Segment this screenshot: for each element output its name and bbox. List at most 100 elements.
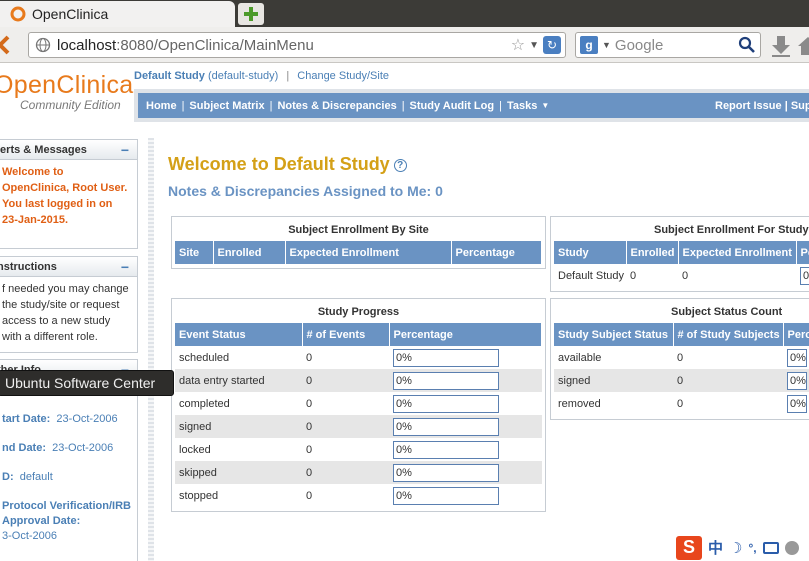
search-bar[interactable]: g ▼ Google — [575, 32, 761, 58]
nav-home[interactable]: Home — [146, 100, 177, 112]
tasks-dropdown-icon[interactable]: ▼ — [541, 101, 549, 110]
percentage-bar: 0% — [393, 463, 499, 482]
alerts-panel: lerts & Messages − Welcome to OpenClinic… — [0, 139, 138, 249]
keyboard-icon[interactable] — [762, 541, 779, 554]
event-status-cell: skipped — [175, 461, 302, 484]
protocol-label: Protocol Verification/IRB Approval Date: — [2, 500, 131, 527]
instructions-message: f needed you may change the study/site o… — [2, 283, 129, 343]
openclinica-favicon-icon — [10, 6, 26, 22]
top-nav-right: Report Issue | Sup — [715, 100, 809, 112]
percentage-cell: 0% — [389, 484, 542, 507]
back-button[interactable] — [0, 33, 18, 57]
sidebar-divider[interactable] — [148, 138, 154, 561]
enrollment-by-site-title: Subject Enrollment By Site — [288, 224, 429, 236]
nav-separator: | — [181, 99, 185, 112]
instructions-minimize-icon[interactable]: − — [121, 259, 129, 275]
start-date-label: tart Date: — [2, 413, 51, 425]
instructions-panel-header: nstructions − — [0, 257, 137, 277]
punctuation-icon[interactable]: °, — [748, 541, 756, 555]
current-study-name: Default Study — [134, 70, 205, 82]
subject-count-cell: 0 — [677, 351, 684, 364]
user-icon[interactable] — [784, 540, 799, 555]
google-engine-icon[interactable]: g — [580, 36, 598, 54]
column-header: Expected Enrollment — [678, 241, 797, 264]
navigation-toolbar: localhost:8080/OpenClinica/MainMenu ☆ ▼ … — [0, 27, 809, 63]
end-date-row: nd Date: 23-Oct-2006 — [2, 441, 131, 456]
top-nav-wrapper: Home | Subject Matrix | Notes & Discrepa… — [134, 89, 809, 122]
nav-tasks[interactable]: Tasks — [507, 100, 537, 112]
percentage-bar: 0% — [787, 394, 807, 413]
column-header: Study — [554, 241, 627, 264]
enrolled-cell: 0 — [630, 269, 637, 282]
download-icon[interactable] — [770, 34, 792, 58]
percentage-bar: 0% — [393, 417, 499, 436]
search-placeholder: Google — [614, 36, 664, 54]
event-count-cell: 0 — [306, 489, 313, 502]
id-value: default — [19, 471, 53, 483]
enrollment-for-study-table: Study Enrolled Expected Enrollment Pe De… — [554, 241, 809, 287]
nav-study-audit-log[interactable]: Study Audit Log — [410, 100, 495, 112]
reload-icon[interactable]: ↻ — [543, 36, 561, 54]
subject-status-box: Subject Status Count Study Subject Statu… — [550, 298, 809, 420]
id-label: D: — [2, 471, 14, 483]
percentage-cell: 0% — [389, 461, 542, 484]
table-row: available 0 0% — [554, 346, 809, 369]
percentage-bar: 0% — [787, 371, 807, 390]
end-date-value: 23-Oct-2006 — [52, 442, 114, 454]
column-header: Event Status — [175, 323, 303, 346]
instructions-panel: nstructions − f needed you may change th… — [0, 256, 138, 353]
alerts-minimize-icon[interactable]: − — [121, 142, 129, 158]
event-status-cell: data entry started — [175, 369, 302, 392]
subject-status-table: Study Subject Status # of Study Subjects… — [554, 323, 809, 415]
report-issue-link[interactable]: Report Issue — [715, 100, 782, 112]
globe-icon — [35, 37, 51, 53]
percentage-cell: 0% — [389, 346, 542, 369]
column-header: Enrolled — [213, 241, 286, 264]
event-status-cell: stopped — [179, 489, 219, 502]
table-row: Default Study 0 0 0% — [554, 264, 809, 287]
percentage-cell: 0% — [783, 346, 809, 369]
percentage-bar: 0% — [800, 266, 809, 285]
ime-s-icon[interactable]: S — [676, 535, 702, 560]
percentage-bar: 0% — [393, 486, 499, 505]
url-history-dropdown-icon[interactable]: ▼ — [529, 40, 539, 51]
ime-chinese-icon[interactable]: 中 — [708, 537, 723, 558]
openclinica-logo[interactable]: OpenClinica Community Edition — [0, 71, 134, 121]
table-row: locked 0 0% — [175, 438, 542, 461]
nav-separator: | — [499, 99, 502, 112]
percentage-cell: 0% — [389, 438, 542, 461]
browser-tab[interactable]: OpenClinica — [0, 1, 235, 27]
table-header-row: Event Status # of Events Percentage — [175, 323, 542, 346]
support-link[interactable]: Sup — [791, 100, 809, 112]
percentage-bar: 0% — [393, 348, 499, 367]
notes-assigned-link[interactable]: Notes & Discrepancies Assigned to Me: 0 — [168, 183, 443, 199]
search-icon[interactable] — [738, 36, 756, 54]
event-count-cell: 0 — [302, 369, 389, 392]
new-tab-button[interactable] — [238, 3, 264, 25]
column-header: Enrolled — [626, 241, 679, 264]
search-engine-dropdown-icon[interactable]: ▼ — [602, 40, 611, 50]
moon-icon[interactable]: ☽ — [729, 539, 742, 557]
id-row: D: default — [2, 470, 131, 485]
study-line-separator: | — [286, 70, 290, 82]
url-bar[interactable]: localhost:8080/OpenClinica/MainMenu ☆ ▼ … — [28, 32, 566, 58]
percentage-cell: 0% — [389, 369, 542, 392]
study-progress-title: Study Progress — [317, 306, 400, 318]
help-icon[interactable]: ? — [393, 158, 407, 172]
nav-subject-matrix[interactable]: Subject Matrix — [189, 100, 264, 112]
percentage-cell: 0% — [783, 392, 809, 415]
nav-notes-discrepancies[interactable]: Notes & Discrepancies — [277, 100, 396, 112]
home-icon[interactable] — [798, 35, 809, 57]
subject-status-cell: removed — [558, 397, 601, 410]
other-info-body: tart Date: 23-Oct-2006 nd Date: 23-Oct-2… — [0, 380, 137, 548]
subject-status-title: Subject Status Count — [671, 306, 783, 318]
top-nav: Home | Subject Matrix | Notes & Discrepa… — [138, 93, 809, 118]
change-study-link[interactable]: Change Study/Site — [297, 70, 389, 82]
bookmark-star-icon[interactable]: ☆ — [511, 35, 525, 55]
table-row: stopped 0 0% — [175, 484, 542, 507]
system-tray: S 中 ☽ °, — [676, 534, 809, 561]
percentage-cell: 0% — [783, 369, 809, 392]
column-header: # of Study Subjects — [673, 323, 784, 346]
percentage-bar: 0% — [393, 394, 499, 413]
tab-title: OpenClinica — [32, 6, 109, 22]
